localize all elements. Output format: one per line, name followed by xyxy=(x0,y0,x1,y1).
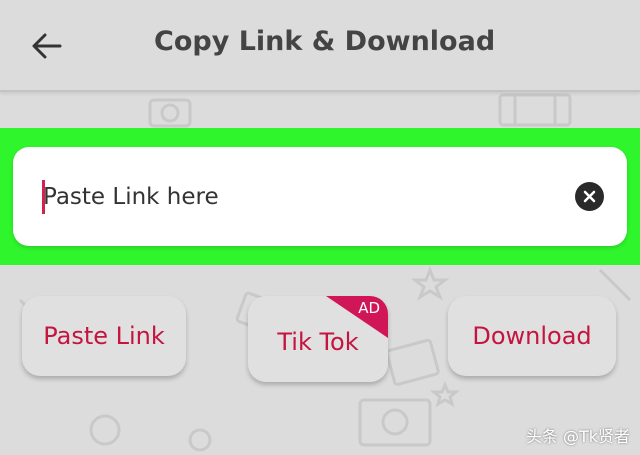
film-strip-doodle-icon xyxy=(498,93,572,127)
app-bar: Copy Link & Download xyxy=(0,0,640,92)
tiktok-button[interactable]: AD Tik Tok xyxy=(248,296,388,382)
close-circle-icon xyxy=(583,190,596,203)
paste-link-label: Paste Link xyxy=(43,322,165,350)
camera-doodle-icon xyxy=(148,98,192,128)
link-input[interactable] xyxy=(43,175,563,219)
link-input-card xyxy=(13,147,627,246)
tiktok-label: Tik Tok xyxy=(277,328,359,356)
page-title: Copy Link & Download xyxy=(154,26,496,57)
back-button[interactable] xyxy=(26,26,68,66)
watermark: 头条 @Tk贤者 xyxy=(525,427,630,446)
play-button-doodle-icon xyxy=(89,414,212,452)
download-button[interactable]: Download xyxy=(448,296,616,376)
arrow-left-icon xyxy=(32,33,62,59)
ad-badge-label: AD xyxy=(358,299,380,317)
clear-input-button[interactable] xyxy=(575,182,604,211)
download-label: Download xyxy=(472,322,592,350)
paste-link-button[interactable]: Paste Link xyxy=(22,296,186,376)
